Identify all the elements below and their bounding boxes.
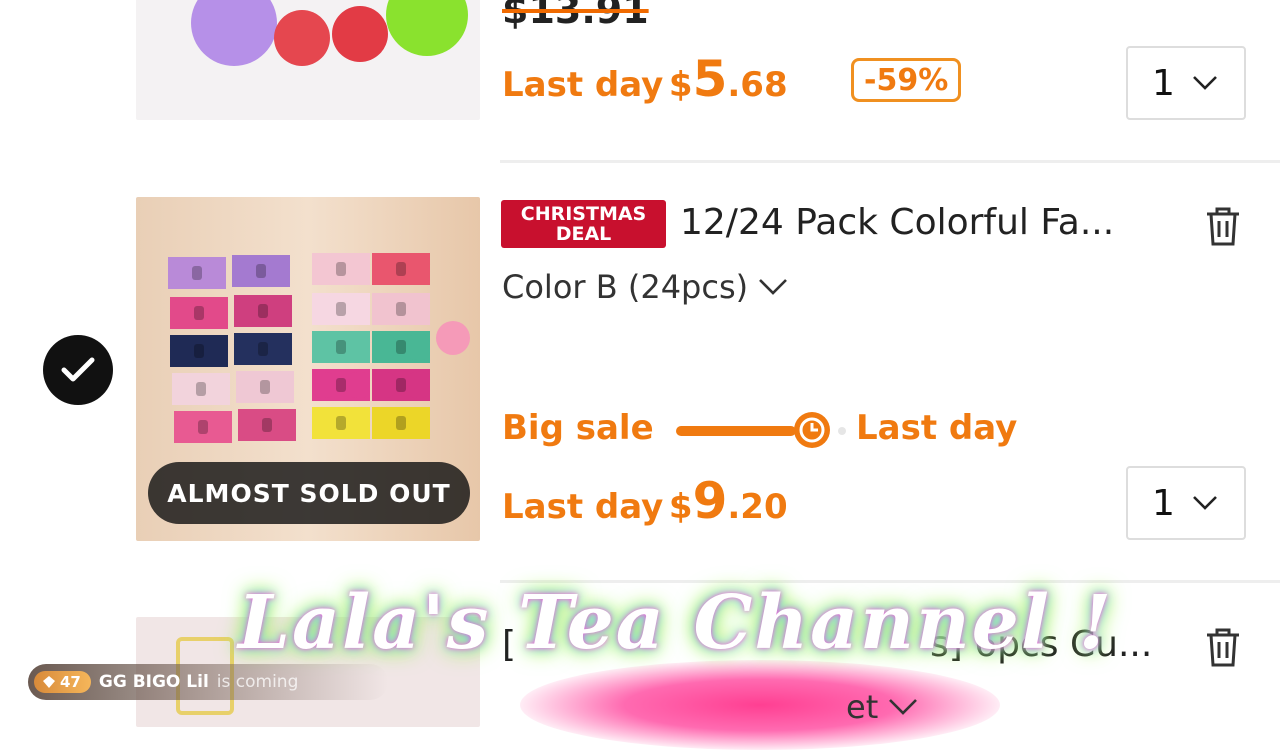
quantity-select-2[interactable]: 1 bbox=[1126, 466, 1246, 540]
live-username: GG BIGO Lil bbox=[98, 672, 209, 692]
variant-selector-2[interactable]: Color B (24pcs) bbox=[502, 268, 788, 306]
sale-price-1: Last day $5.68 bbox=[502, 50, 788, 108]
quantity-value: 1 bbox=[1152, 482, 1175, 524]
product-title-2[interactable]: 12/24 Pack Colorful Fa... bbox=[680, 202, 1114, 243]
toy-ball-green bbox=[386, 0, 468, 56]
sale-progress-bar bbox=[676, 426, 796, 436]
price-integer: 5 bbox=[692, 50, 728, 108]
user-level: 47 bbox=[60, 673, 81, 691]
hair-bow bbox=[170, 335, 228, 367]
toy-ball-red-2 bbox=[332, 6, 388, 62]
almost-sold-out-badge: ALMOST SOLD OUT bbox=[148, 462, 470, 524]
hair-bow bbox=[372, 407, 430, 439]
quantity-select-1[interactable]: 1 bbox=[1126, 46, 1246, 120]
chevron-down-icon bbox=[889, 699, 918, 715]
sale-price-label: Last day bbox=[502, 65, 664, 105]
hair-bow bbox=[372, 369, 430, 401]
decor-sticker bbox=[436, 321, 470, 355]
user-level-badge: 47 bbox=[34, 671, 91, 693]
chevron-down-icon bbox=[759, 279, 788, 295]
sale-price-label: Last day bbox=[502, 487, 664, 527]
product-image-1[interactable] bbox=[136, 0, 480, 120]
livestream-effect bbox=[520, 660, 1000, 750]
hair-bow bbox=[234, 295, 292, 327]
hair-bow bbox=[174, 411, 232, 443]
hair-bow bbox=[372, 293, 430, 325]
toy-ball-red-1 bbox=[274, 10, 330, 66]
big-sale-label: Big sale bbox=[502, 408, 654, 448]
original-price: $13.91 bbox=[502, 0, 649, 32]
trash-icon[interactable] bbox=[1203, 205, 1243, 247]
hair-bow bbox=[238, 409, 296, 441]
variant-label: et bbox=[846, 688, 879, 726]
hair-bow bbox=[372, 331, 430, 363]
item-divider bbox=[500, 160, 1280, 163]
badge-line-1: CHRISTMAS bbox=[520, 203, 647, 225]
hair-bow bbox=[234, 333, 292, 365]
channel-watermark: Lala's Tea Channel ! bbox=[238, 580, 1114, 666]
sale-price-2: Last day $9.20 bbox=[502, 472, 788, 530]
variant-selector-3[interactable]: et bbox=[846, 688, 918, 726]
price-decimal: .68 bbox=[727, 65, 788, 105]
discount-badge: -59% bbox=[851, 58, 962, 102]
quantity-value: 1 bbox=[1152, 62, 1175, 104]
variant-label: Color B (24pcs) bbox=[502, 268, 749, 306]
live-comment: is coming bbox=[216, 672, 299, 692]
live-join-notice: 47 GG BIGO Lil is coming bbox=[28, 664, 388, 700]
hair-bow bbox=[236, 371, 294, 403]
hair-bow bbox=[312, 407, 370, 439]
currency-symbol: $ bbox=[668, 65, 693, 105]
price-integer: 9 bbox=[692, 472, 728, 530]
hair-bow bbox=[312, 369, 370, 401]
hair-bow bbox=[312, 331, 370, 363]
progress-end-dot bbox=[838, 427, 846, 435]
chevron-down-icon bbox=[1193, 496, 1217, 510]
diamond-icon bbox=[43, 676, 55, 688]
chevron-down-icon bbox=[1193, 76, 1217, 90]
toy-ball-purple bbox=[191, 0, 277, 66]
last-day-label: Last day bbox=[856, 408, 1018, 448]
hair-bow bbox=[170, 297, 228, 329]
hair-bow bbox=[172, 373, 230, 405]
hair-bow bbox=[168, 257, 226, 289]
trash-icon[interactable] bbox=[1203, 626, 1243, 668]
badge-line-2: DEAL bbox=[555, 223, 612, 245]
christmas-deal-badge: CHRISTMAS DEAL bbox=[501, 200, 666, 248]
hair-bow bbox=[312, 253, 370, 285]
hair-bow bbox=[372, 253, 430, 285]
checkmark-icon bbox=[61, 357, 95, 382]
item-selected-checkbox[interactable] bbox=[43, 335, 113, 405]
price-decimal: .20 bbox=[727, 487, 788, 527]
currency-symbol: $ bbox=[668, 487, 693, 527]
clock-icon bbox=[794, 412, 830, 448]
hair-bow bbox=[232, 255, 290, 287]
hair-bow bbox=[312, 293, 370, 325]
